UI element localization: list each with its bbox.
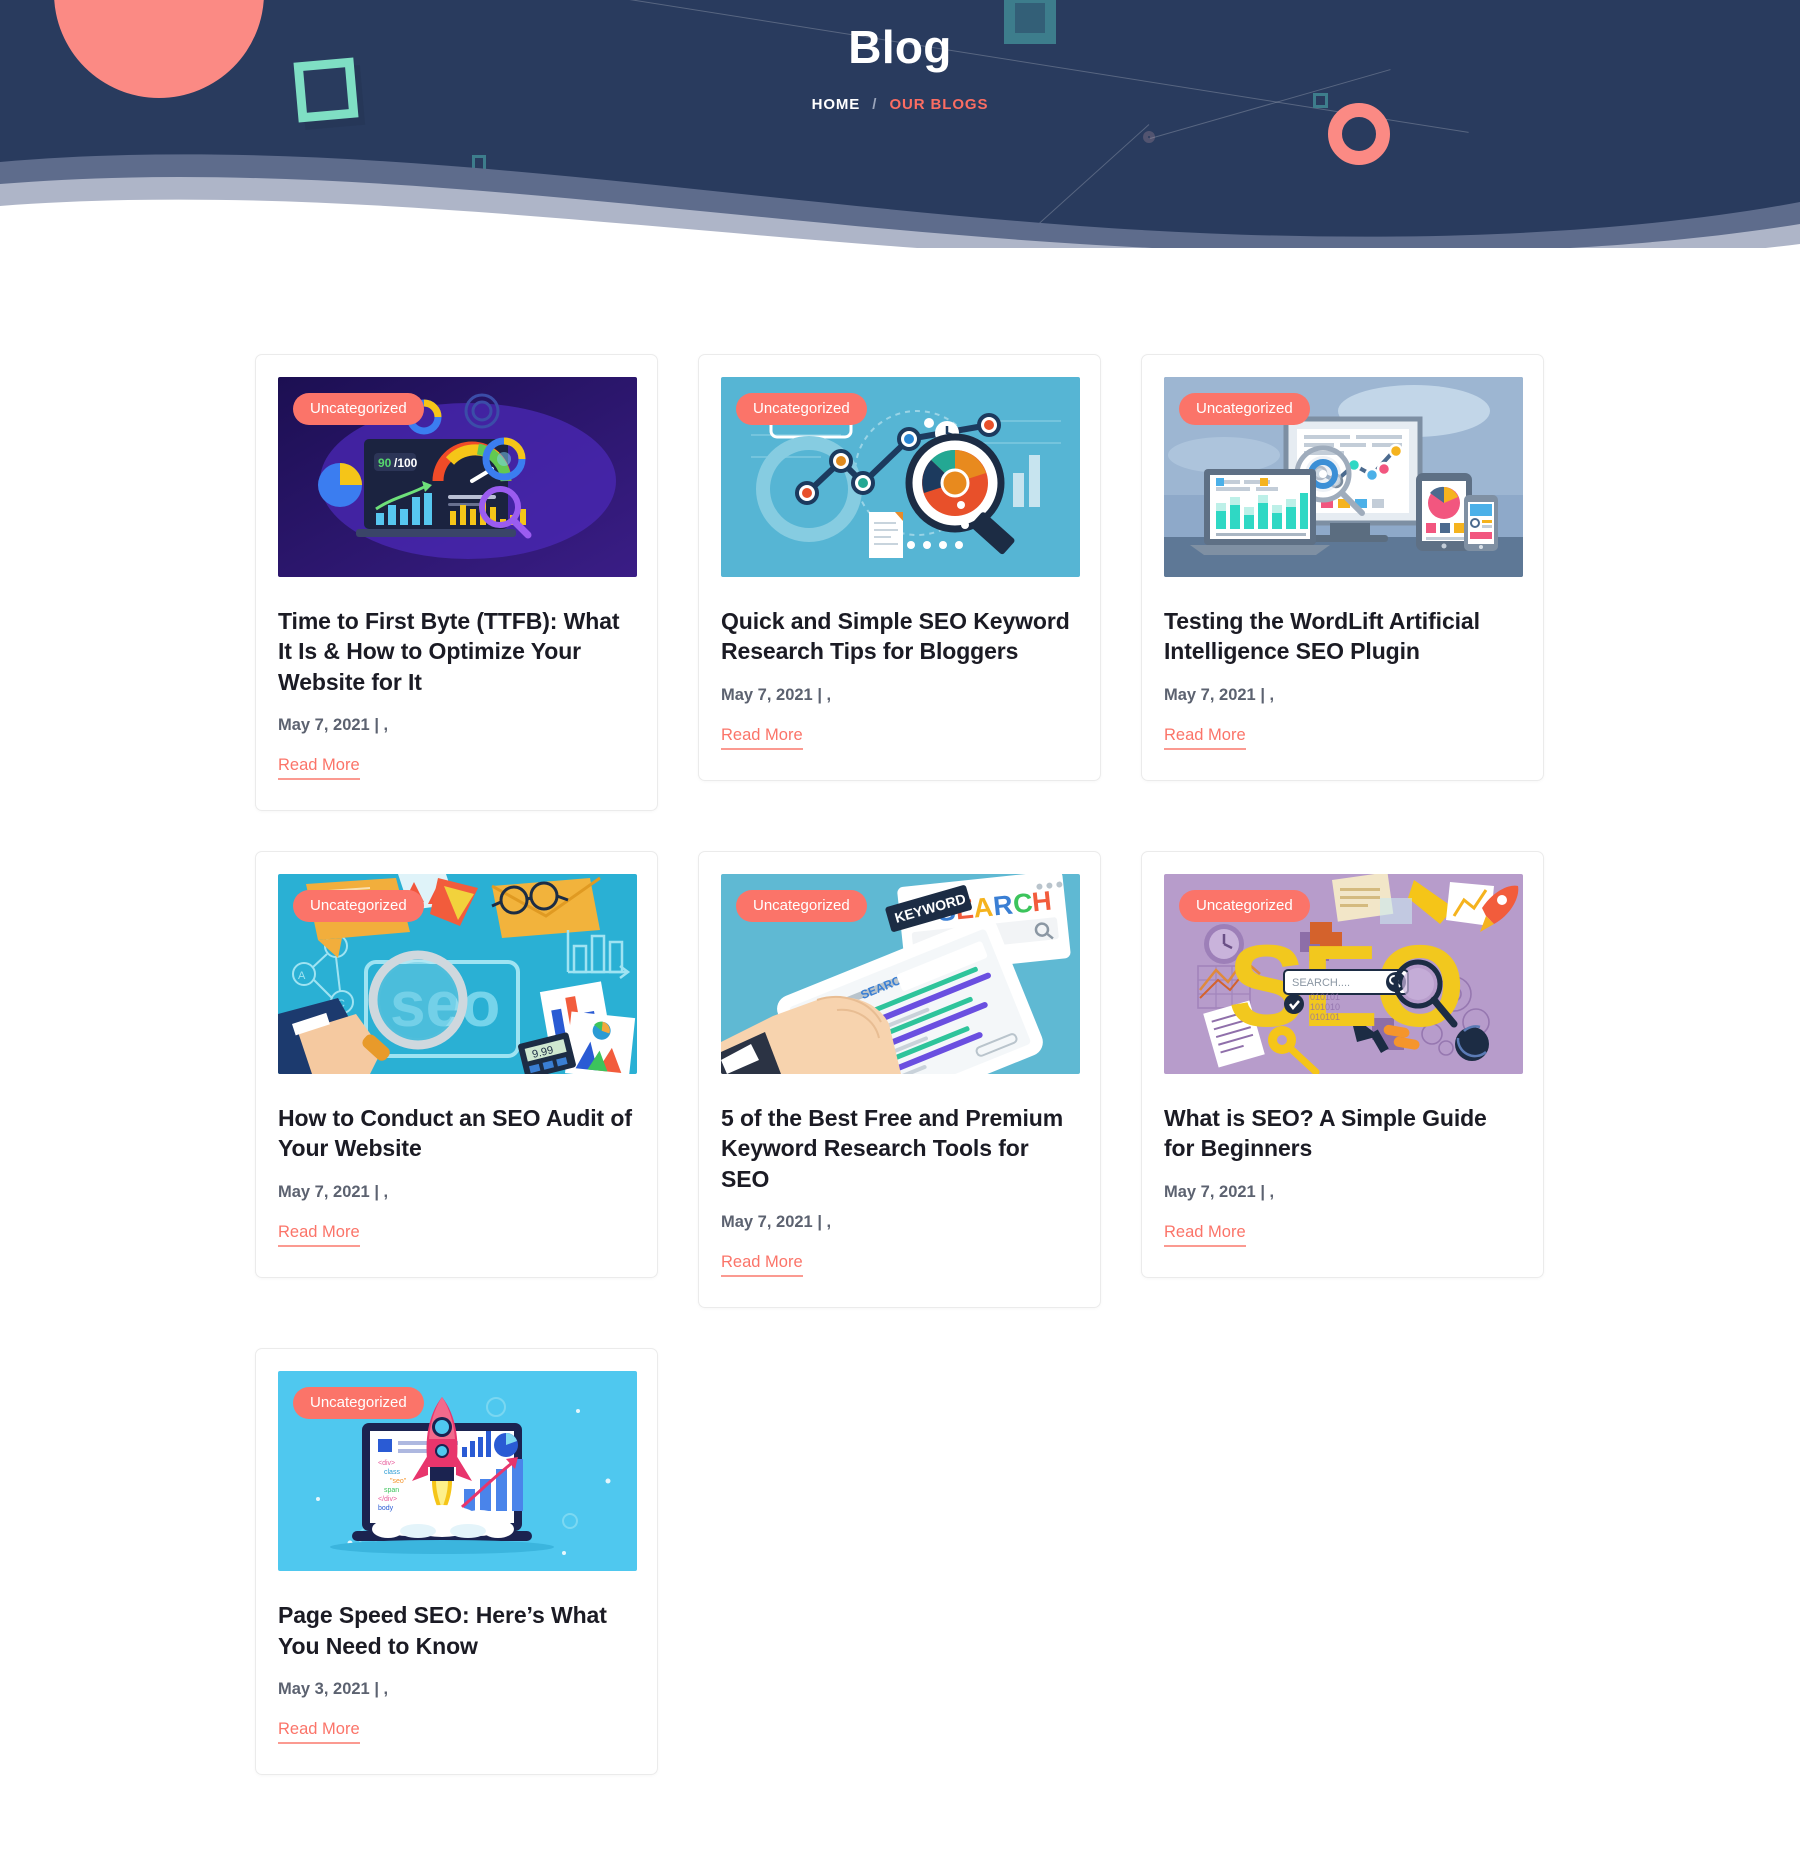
card-title[interactable]: Quick and Simple SEO Keyword Research Ti… xyxy=(721,606,1078,667)
blog-card-grid: 90 /100 Uncategorized Time to First Byte… xyxy=(255,354,1545,1775)
read-more-link[interactable]: Read More xyxy=(278,756,360,781)
card-title[interactable]: What is SEO? A Simple Guide for Beginner… xyxy=(1164,1103,1521,1164)
svg-text:H: H xyxy=(1031,886,1054,918)
header-wave-divider xyxy=(0,140,1800,248)
svg-text:<div>: <div> xyxy=(378,1460,395,1467)
blog-card[interactable]: <div> class "seo" span </div> body Uncat… xyxy=(255,1348,658,1775)
svg-text:90: 90 xyxy=(378,456,392,470)
card-thumbnail[interactable]: <div> class "seo" span </div> body Uncat… xyxy=(278,1371,637,1572)
svg-text:/100: /100 xyxy=(394,456,418,470)
card-thumbnail[interactable]: seo A B C xyxy=(278,874,637,1075)
page-header: Blog HOME / OUR BLOGS xyxy=(0,0,1800,248)
read-more-link[interactable]: Read More xyxy=(278,1720,360,1744)
blog-section: 90 /100 Uncategorized Time to First Byte… xyxy=(0,248,1800,1835)
svg-text:body: body xyxy=(378,1505,394,1512)
category-badge[interactable]: Uncategorized xyxy=(1179,890,1310,923)
card-thumbnail[interactable]: SEO SEARCH.... 010101101010010101 Uncate xyxy=(1164,874,1523,1075)
svg-text:span: span xyxy=(384,1487,399,1494)
blog-card[interactable]: seo A B C xyxy=(255,851,658,1278)
card-date: May 7, 2021 | , xyxy=(721,1213,832,1232)
breadcrumb-home-link[interactable]: HOME xyxy=(812,96,861,113)
card-title[interactable]: Time to First Byte (TTFB): What It Is & … xyxy=(278,606,635,697)
blog-card[interactable]: SEO SEARCH.... 010101101010010101 Uncate xyxy=(1141,851,1544,1278)
category-badge[interactable]: Uncategorized xyxy=(736,393,867,425)
read-more-link[interactable]: Read More xyxy=(721,1253,803,1278)
breadcrumb: HOME / OUR BLOGS xyxy=(0,96,1800,113)
svg-text:"seo": "seo" xyxy=(390,1478,407,1485)
read-more-link[interactable]: Read More xyxy=(1164,1223,1246,1247)
svg-text:A: A xyxy=(298,970,306,982)
svg-text:010101: 010101 xyxy=(1310,992,1340,1002)
category-badge[interactable]: Uncategorized xyxy=(293,890,424,923)
card-thumbnail[interactable]: S E A R C H KEYWORD xyxy=(721,874,1080,1075)
blog-card[interactable]: 90 /100 Uncategorized Time to First Byte… xyxy=(255,354,658,812)
svg-text:SEARCH....: SEARCH.... xyxy=(1292,977,1350,989)
read-more-link[interactable]: Read More xyxy=(1164,726,1246,750)
svg-text:class: class xyxy=(384,1469,400,1476)
svg-text:101010: 101010 xyxy=(1310,1002,1340,1012)
card-date: May 7, 2021 | , xyxy=(278,1182,389,1201)
read-more-link[interactable]: Read More xyxy=(721,726,803,750)
card-title[interactable]: Page Speed SEO: Here’s What You Need to … xyxy=(278,1600,635,1661)
card-title[interactable]: How to Conduct an SEO Audit of Your Webs… xyxy=(278,1103,635,1164)
card-date: May 7, 2021 | , xyxy=(278,716,389,735)
card-date: May 7, 2021 | , xyxy=(721,685,832,704)
read-more-link[interactable]: Read More xyxy=(278,1223,360,1247)
card-date: May 7, 2021 | , xyxy=(1164,1182,1275,1201)
svg-text:010101: 010101 xyxy=(1310,1012,1340,1022)
blog-card[interactable]: Uncategorized Testing the WordLift Artif… xyxy=(1141,354,1544,781)
blog-card[interactable]: Uncategorized Quick and Simple SEO Keywo… xyxy=(698,354,1101,781)
svg-text:R: R xyxy=(992,890,1015,922)
card-title[interactable]: 5 of the Best Free and Premium Keyword R… xyxy=(721,1103,1078,1194)
header-content: Blog HOME / OUR BLOGS xyxy=(0,0,1800,113)
category-badge[interactable]: Uncategorized xyxy=(736,890,867,923)
page-title: Blog xyxy=(848,21,952,73)
category-badge[interactable]: Uncategorized xyxy=(293,1387,424,1420)
card-thumbnail[interactable]: Uncategorized xyxy=(1164,377,1523,577)
breadcrumb-current: OUR BLOGS xyxy=(889,95,989,113)
card-thumbnail[interactable]: Uncategorized xyxy=(721,377,1080,577)
card-date: May 3, 2021 | , xyxy=(278,1679,389,1698)
card-date: May 7, 2021 | , xyxy=(1164,685,1275,704)
card-title[interactable]: Testing the WordLift Artificial Intellig… xyxy=(1164,606,1521,667)
card-thumbnail[interactable]: 90 /100 Uncategorized xyxy=(278,377,637,577)
blog-card[interactable]: S E A R C H KEYWORD xyxy=(698,851,1101,1309)
category-badge[interactable]: Uncategorized xyxy=(1179,393,1310,425)
svg-text:</div>: </div> xyxy=(378,1496,397,1503)
breadcrumb-separator: / xyxy=(872,95,878,113)
category-badge[interactable]: Uncategorized xyxy=(293,393,424,425)
